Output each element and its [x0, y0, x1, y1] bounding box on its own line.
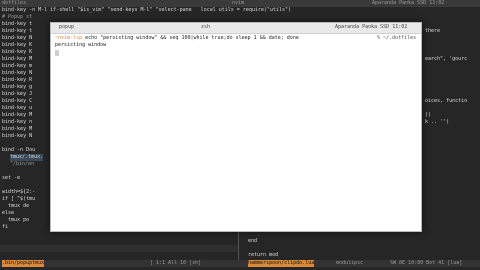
left-line-12: bind-key J — [2, 91, 33, 97]
left-line-2: bind-key t — [2, 21, 33, 27]
left-line-24: width=${2:- — [2, 189, 36, 195]
bottom-line-1: return mod — [248, 252, 279, 258]
left-line-5: bind-key K — [2, 42, 33, 48]
left-line-16: bind-key n — [2, 119, 33, 125]
bottom-left-file: .bin/popuptmux — [2, 260, 45, 267]
left-line-9: bind-key N — [2, 70, 33, 76]
left-line-14: bind-key u — [2, 105, 33, 111]
left-line-26: tmux de — [2, 203, 30, 209]
popup-command-line: ~nvim-lsp echo "persisting window" && se… — [55, 35, 299, 42]
pane-divider — [238, 230, 239, 260]
left-line-17: bind-key M — [2, 126, 33, 132]
left-line-20: bind -n Dou — [2, 147, 36, 153]
bottom-right-mode: modulipsc — [336, 260, 364, 266]
popup-cwd: % ~/.dotfiles — [377, 35, 417, 41]
top-right-status: Aparanda Panka SSD 11:02 — [372, 0, 445, 6]
left-line-27: else — [2, 210, 15, 216]
left-line-3: bind-key t — [2, 28, 33, 34]
left-line-10: bind-key R — [2, 77, 33, 83]
bottom-right-pos: %W 8E 10:80 Bot 41 [lua] — [390, 260, 463, 266]
left-line-1: # Popup st — [2, 14, 33, 20]
left-line-11: bind-key g — [2, 84, 33, 90]
left-line-23: set -e — [2, 175, 21, 181]
popup-command: echo "persisting window" && seq 100|whil… — [85, 35, 299, 41]
right-fragment-1: earch", 'gourc — [425, 56, 468, 62]
left-line-25: if [ "$(tmu — [2, 196, 36, 202]
left-line-6: bind-key K — [2, 49, 33, 55]
left-line-15: bind-key M — [2, 112, 33, 118]
popup-titlebar[interactable]: popup zsh Aparanda Panka SSD 11:02 — [51, 23, 421, 34]
popup-status: Aparanda Panka SSD 11:02 — [335, 24, 408, 30]
popup-title: popup — [59, 24, 75, 30]
left-line-29: fi — [2, 224, 9, 230]
left-line-22: "/bin/en — [10, 161, 35, 167]
left-line-13: bind-key C — [2, 98, 33, 104]
bottom-left-pos: [ 1:1 All 10 [sh] — [150, 260, 202, 266]
popup-window[interactable]: popup zsh Aparanda Panka SSD 11:02 ~nvim… — [50, 22, 422, 232]
left-statusline — [0, 245, 238, 252]
right-fragment-0: there — [425, 28, 441, 34]
text-cursor — [55, 50, 59, 56]
bottom-right-file: hammerspoon/clipdo.lua — [248, 260, 315, 267]
terminal-screen[interactable]: dotfiles nvim Aparanda Panka SSD 11:02 b… — [0, 0, 480, 270]
left-line-18: bind-key N — [2, 133, 33, 139]
left-line-0: bind-key -n M-l if-shell "$is_vim" "send… — [2, 7, 291, 13]
left-line-8: bind-key m — [2, 63, 33, 69]
popup-output: persisting window — [55, 42, 107, 48]
popup-prompt: ~nvim-lsp — [55, 35, 83, 41]
popup-shell-label: zsh — [201, 24, 211, 30]
left-line-28: tmux po — [2, 217, 30, 223]
right-fragment-2: oices, functio — [425, 98, 468, 104]
left-line-4: bind-key N — [2, 35, 33, 41]
bottom-line-0: end — [248, 238, 258, 244]
popup-terminal[interactable]: ~nvim-lsp echo "persisting window" && se… — [51, 34, 421, 231]
right-fragment-3: )) — [425, 112, 432, 118]
top-center-label: nvim — [232, 0, 245, 6]
left-line-21: tmux/.tmux. — [10, 154, 44, 161]
top-left-label: dotfiles — [2, 0, 27, 6]
left-line-7: bind-key M — [2, 56, 33, 62]
right-fragment-4: k .. '') — [425, 119, 450, 125]
